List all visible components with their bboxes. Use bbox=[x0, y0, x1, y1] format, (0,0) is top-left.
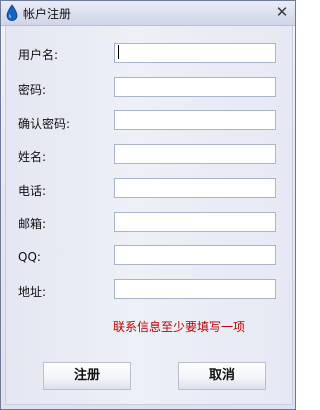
password-input[interactable] bbox=[114, 77, 276, 97]
registration-dialog: 帐户注册 ✕ 用户名: 密码: 确认密码: 姓名: 电话: 邮箱: QQ: 地址… bbox=[0, 0, 296, 410]
contact-info-notice: 联系信息至少要填写一项 bbox=[113, 320, 246, 334]
water-drop-icon bbox=[6, 4, 18, 21]
register-button[interactable]: 注册 bbox=[43, 362, 131, 390]
username-label: 用户名: bbox=[18, 48, 59, 62]
address-label: 地址: bbox=[18, 285, 47, 299]
title-bar[interactable]: 帐户注册 ✕ bbox=[1, 1, 295, 26]
phone-label: 电话: bbox=[18, 184, 47, 198]
name-label: 姓名: bbox=[18, 150, 47, 164]
cancel-button[interactable]: 取消 bbox=[178, 362, 266, 390]
qq-input[interactable] bbox=[114, 245, 276, 265]
phone-input[interactable] bbox=[114, 178, 276, 198]
address-input[interactable] bbox=[114, 279, 276, 299]
email-input[interactable] bbox=[114, 212, 276, 232]
name-input[interactable] bbox=[114, 144, 276, 164]
confirm-password-label: 确认密码: bbox=[18, 117, 71, 131]
username-input[interactable] bbox=[114, 43, 276, 63]
confirm-password-input[interactable] bbox=[114, 110, 276, 130]
window-title: 帐户注册 bbox=[23, 7, 72, 21]
text-caret bbox=[118, 45, 119, 59]
password-label: 密码: bbox=[18, 83, 47, 97]
form-panel: 用户名: 密码: 确认密码: 姓名: 电话: 邮箱: QQ: 地址: 联系信息至… bbox=[5, 26, 293, 405]
email-label: 邮箱: bbox=[18, 217, 47, 231]
close-icon[interactable]: ✕ bbox=[274, 4, 290, 20]
qq-label: QQ: bbox=[18, 250, 41, 264]
